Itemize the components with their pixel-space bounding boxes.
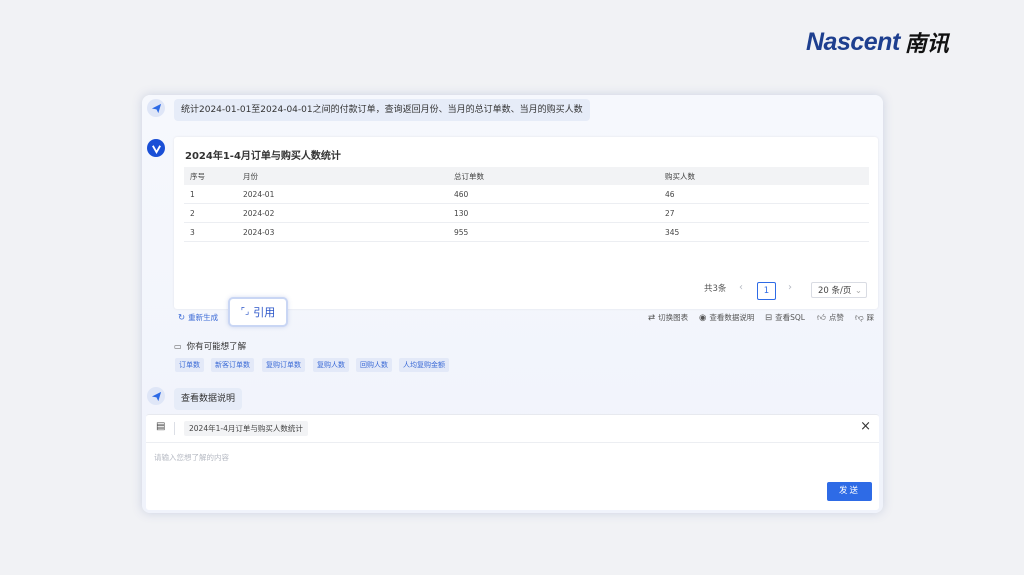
close-icon[interactable]: × (860, 419, 871, 434)
refresh-icon: ↻ (178, 312, 186, 323)
reference-chip: 2024年1-4月订单与购买人数统计 (184, 421, 308, 436)
column-header: 购买人数 (659, 167, 869, 185)
pager-next-button[interactable]: › (788, 282, 792, 293)
suggestion-tag[interactable]: 订单数 (175, 358, 204, 372)
followup-bubble: 查看数据说明 (174, 388, 243, 410)
brand-logo: Nascent 南讯 (806, 26, 949, 58)
suggestions-title: ▭ 你有可能想了解 (174, 340, 247, 353)
suggestion-tag[interactable]: 复购人数 (313, 358, 349, 372)
table-cell: 27 (659, 203, 869, 223)
thumbs-down-icon: 👎︎ (855, 312, 864, 323)
page-size-select[interactable]: 20 条/页 ⌄ (811, 282, 867, 298)
table-cell: 460 (448, 185, 659, 204)
table-row: 1 2024-01 460 46 (184, 185, 869, 204)
result-title: 2024年1-4月订单与购买人数统计 (185, 151, 341, 162)
cite-icon: ⌜⌟ (240, 307, 250, 317)
view-description-label: 查看数据说明 (709, 313, 755, 322)
page-size-value: 20 条/页 (818, 286, 852, 296)
bot-logo-icon (151, 144, 161, 154)
column-header: 序号 (184, 167, 237, 185)
like-button[interactable]: 👍︎ 点赞 (817, 312, 844, 323)
table-cell: 2 (184, 203, 237, 223)
column-header: 总订单数 (448, 167, 659, 185)
message-input[interactable]: 请输入您想了解的内容 (154, 452, 229, 463)
user-avatar (147, 387, 165, 405)
send-plane-icon (151, 391, 161, 401)
brand-name-en: Nascent (806, 27, 900, 56)
result-table: 序号 月份 总订单数 购买人数 1 2024-01 460 46 2 2024-… (184, 167, 869, 242)
table-cell: 1 (184, 185, 237, 204)
bot-avatar (147, 139, 165, 157)
table-header-row: 序号 月份 总订单数 购买人数 (184, 167, 869, 185)
table-cell: 955 (448, 222, 659, 242)
composer-reference-bar: ▤ 2024年1-4月订单与购买人数统计 × (146, 415, 879, 443)
switch-icon: ⇄ (648, 312, 656, 323)
table-cell: 2024-01 (237, 185, 448, 204)
switch-chart-button[interactable]: ⇄ 切换图表 (648, 312, 688, 323)
cite-button[interactable]: ⌜⌟ 引用 (228, 297, 288, 327)
pager-current-page[interactable]: 1 (757, 282, 776, 300)
column-header: 月份 (237, 167, 448, 185)
thumbs-up-icon: 👍︎ (817, 312, 826, 323)
cite-label: 引用 (253, 306, 276, 319)
regenerate-button[interactable]: ↻ 重新生成 (178, 312, 218, 323)
dislike-button[interactable]: 👎︎ 踩 (855, 312, 874, 323)
pager-total: 共3条 (704, 284, 727, 294)
view-description-button[interactable]: ◉ 查看数据说明 (699, 312, 754, 323)
switch-chart-label: 切换图表 (658, 313, 689, 322)
composer: ▤ 2024年1-4月订单与购买人数统计 × 请输入您想了解的内容 发送 (146, 414, 879, 510)
regenerate-label: 重新生成 (188, 313, 219, 322)
code-icon: ⊟ (765, 312, 773, 323)
user-avatar (147, 99, 165, 117)
suggestion-tag[interactable]: 新客订单数 (211, 358, 254, 372)
table-row: 3 2024-03 955 345 (184, 222, 869, 242)
chat-panel: 统计2024-01-01至2024-04-01之间的付款订单，查询返回月份、当月… (142, 95, 883, 513)
send-button[interactable]: 发送 (827, 482, 872, 501)
suggestion-tag[interactable]: 复购订单数 (262, 358, 305, 372)
table-cell: 130 (448, 203, 659, 223)
eye-icon: ◉ (699, 312, 707, 323)
table-cell: 3 (184, 222, 237, 242)
like-label: 点赞 (828, 313, 844, 322)
table-cell: 2024-03 (237, 222, 448, 242)
view-sql-button[interactable]: ⊟ 查看SQL (765, 312, 805, 323)
table-cell: 46 (659, 185, 869, 204)
dislike-label: 踩 (866, 313, 875, 322)
table-cell: 345 (659, 222, 869, 242)
user-query-bubble: 统计2024-01-01至2024-04-01之间的付款订单，查询返回月份、当月… (174, 99, 590, 121)
lightbulb-icon: ▭ (174, 341, 182, 351)
send-plane-icon (151, 103, 161, 113)
brand-name-cn: 南讯 (904, 32, 949, 57)
suggestion-tag[interactable]: 回购人数 (356, 358, 392, 372)
table-row: 2 2024-02 130 27 (184, 203, 869, 223)
pager-prev-button[interactable]: ‹ (739, 282, 743, 293)
suggestion-tag[interactable]: 人均复购金额 (399, 358, 449, 372)
suggestions-title-text: 你有可能想了解 (186, 342, 247, 352)
divider (174, 422, 175, 435)
chevron-down-icon: ⌄ (854, 286, 862, 296)
table-cell: 2024-02 (237, 203, 448, 223)
quote-icon: ▤ (156, 421, 166, 432)
result-card: 2024年1-4月订单与购买人数统计 序号 月份 总订单数 购买人数 1 202… (174, 137, 878, 309)
view-sql-label: 查看SQL (775, 313, 805, 322)
